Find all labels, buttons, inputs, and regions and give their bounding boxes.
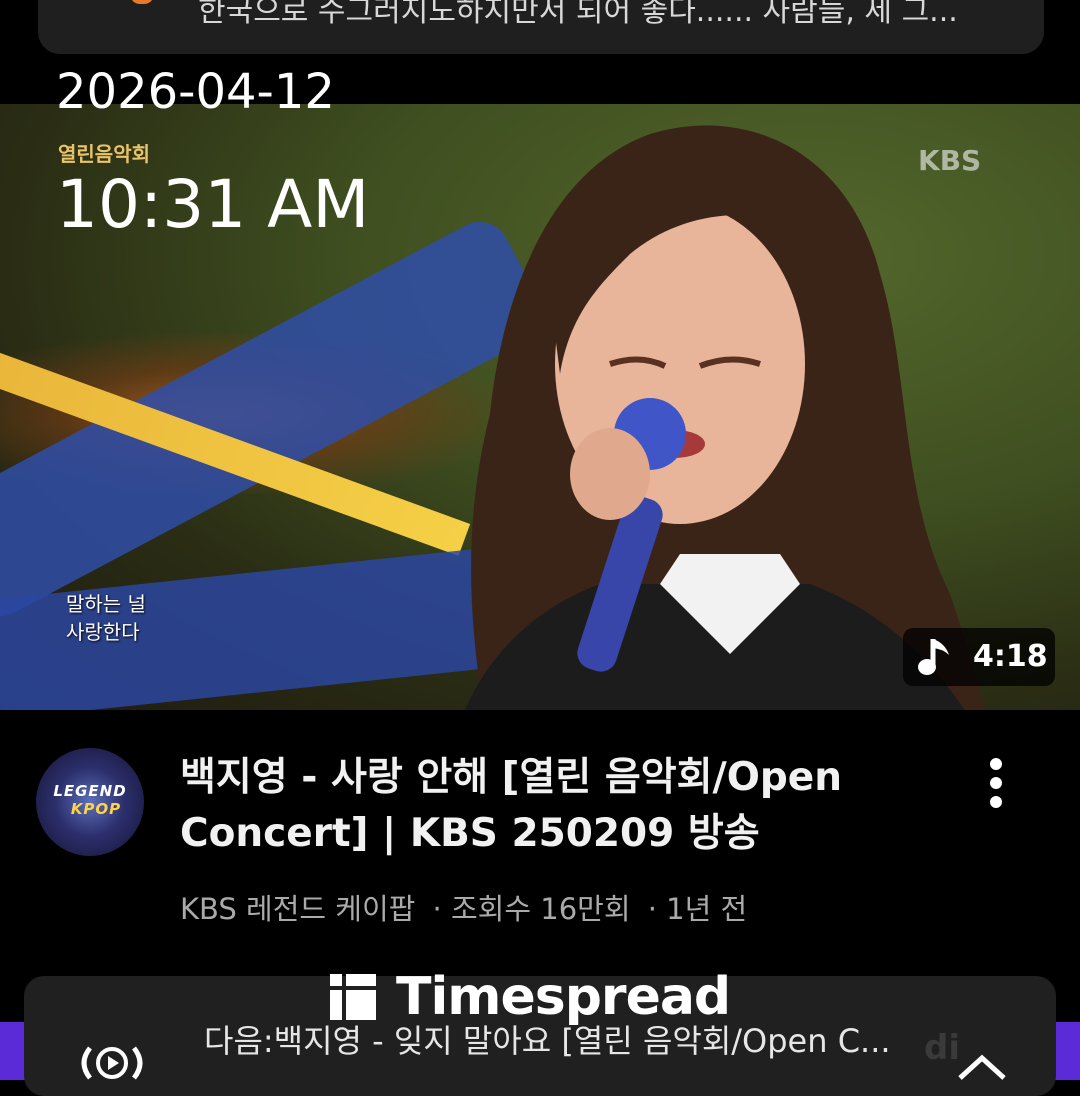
music-note-icon [918,639,949,675]
duration-badge: 4:18 [903,628,1055,686]
timespread-logo-icon [330,974,376,1020]
watermark-text: Timespread [396,967,731,1027]
notification-app-icon [130,0,154,4]
video-title[interactable]: 백지영 - 사랑 안해 [열린 음악회/Open Concert] | KBS … [180,750,940,862]
notification-text: 한국으로 수그러지도하지만서 되어 좋다...... 사람들, 세 그... [198,0,958,29]
notification-card[interactable]: 한국으로 수그러지도하지만서 되어 좋다...... 사람들, 세 그... [38,0,1044,54]
live-broadcast-icon[interactable] [76,1038,148,1088]
upload-age: · 1년 전 [647,892,748,926]
view-count: · 조회수 16만회 [432,892,631,926]
channel-avatar[interactable]: LEGEND KPOP [36,748,144,856]
broadcaster-logo: KBS [918,144,982,177]
more-vert-icon[interactable] [980,756,1012,812]
timespread-watermark: Timespread [328,966,731,1028]
singer-figure [464,125,985,710]
video-meta: KBS 레전드 케이팝 · 조회수 16만회 · 1년 전 [180,886,755,928]
timestamp-time: 10:31 AM [56,166,370,243]
duration-text: 4:18 [973,639,1048,674]
program-logo: 열린음악회 [58,142,150,166]
chevron-up-icon[interactable] [954,1052,1010,1082]
channel-name[interactable]: KBS 레전드 케이팝 [180,892,415,926]
timestamp-date: 2026-04-12 [56,64,335,120]
video-subtitle: 말하는 널 사랑한다 [66,592,146,644]
